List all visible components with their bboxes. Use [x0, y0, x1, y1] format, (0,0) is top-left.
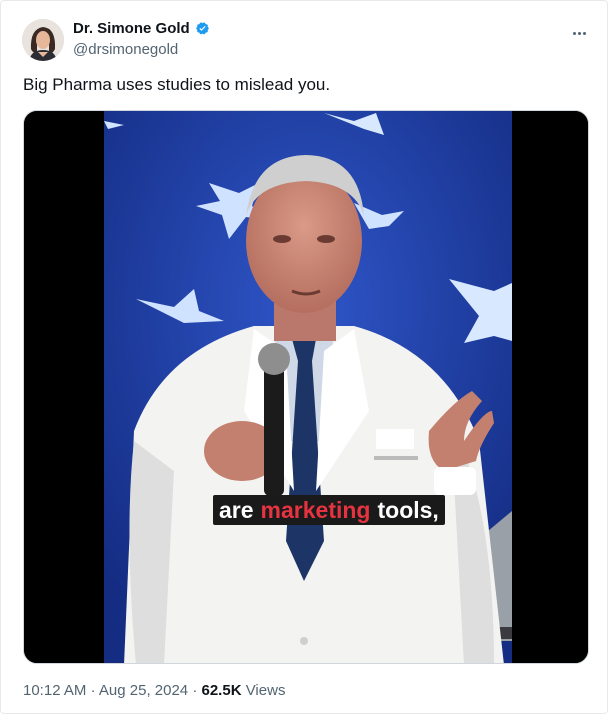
caption-highlight-word: marketing — [260, 496, 371, 523]
video-player[interactable]: are marketing tools, — [23, 110, 589, 664]
caption-word: tools, — [377, 496, 439, 523]
tweet-card: Dr. Simone Gold @drsimonegold Big Pharma… — [0, 0, 608, 714]
author-avatar[interactable] — [22, 19, 64, 61]
video-frame — [24, 111, 588, 663]
tweet-meta: 10:12 AM · Aug 25, 2024 · 62.5K Views — [23, 682, 285, 699]
tweet-text: Big Pharma uses studies to mislead you. — [23, 75, 331, 94]
video-caption: are marketing tools, — [213, 495, 445, 525]
author-handle[interactable]: @drsimonegold — [73, 41, 178, 58]
caption-word: are — [219, 496, 254, 523]
author-name-row[interactable]: Dr. Simone Gold — [73, 20, 211, 37]
tweet-time[interactable]: 10:12 AM — [23, 682, 86, 699]
author-name[interactable]: Dr. Simone Gold — [73, 20, 190, 37]
meta-separator: · — [90, 682, 96, 699]
views-label: Views — [245, 682, 286, 699]
meta-separator: · — [192, 682, 198, 699]
more-options-icon[interactable] — [568, 26, 590, 40]
verified-badge-icon — [195, 22, 209, 35]
views-count[interactable]: 62.5K — [202, 682, 242, 699]
tweet-date[interactable]: Aug 25, 2024 — [99, 682, 188, 699]
